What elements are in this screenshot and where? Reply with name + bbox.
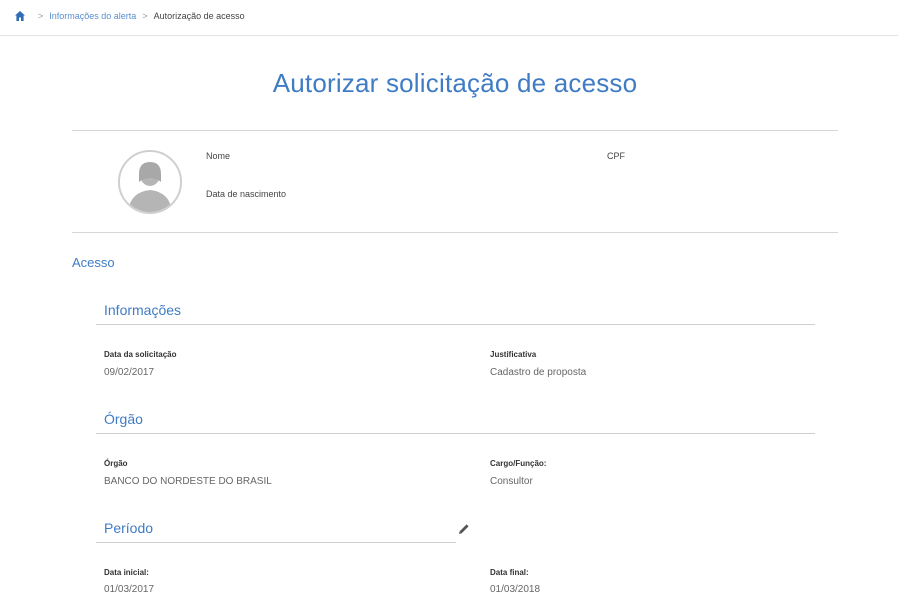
breadcrumb-separator: > <box>142 11 148 21</box>
pencil-icon[interactable] <box>457 522 471 536</box>
breadcrumb-separator: > <box>38 11 44 21</box>
cargo-label: Cargo/Função: <box>490 459 547 468</box>
start-date-value: 01/03/2017 <box>104 584 155 595</box>
informacoes-divider <box>96 324 815 325</box>
title-divider <box>72 130 838 131</box>
justification-value: Cadastro de proposta <box>490 367 587 378</box>
start-date-label: Data inicial: <box>104 568 149 577</box>
profile-divider <box>72 232 838 233</box>
periodo-divider <box>96 542 456 543</box>
home-icon[interactable] <box>14 10 26 22</box>
orgao-label: Órgão <box>104 459 128 468</box>
end-date-value: 01/03/2018 <box>490 584 541 595</box>
request-date-label: Data da solicitação <box>104 350 177 359</box>
orgao-value: BANCO DO NORDESTE DO BRASIL <box>104 476 272 487</box>
cargo-value: Consultor <box>490 476 533 487</box>
informacoes-title: Informações <box>104 302 182 318</box>
header-divider <box>0 35 898 36</box>
orgao-title: Órgão <box>104 411 143 427</box>
periodo-title: Período <box>104 520 154 536</box>
orgao-divider <box>96 433 815 434</box>
name-label: Nome <box>206 151 231 161</box>
breadcrumb-current: Autorização de acesso <box>153 11 245 21</box>
user-avatar-icon <box>118 150 182 214</box>
section-acesso-title: Acesso <box>72 255 115 270</box>
end-date-label: Data final: <box>490 568 529 577</box>
request-date-value: 09/02/2017 <box>104 367 155 378</box>
breadcrumb-link-alert-info[interactable]: Informações do alerta <box>49 11 136 21</box>
cpf-label: CPF <box>607 151 625 161</box>
page-title: Autorizar solicitação de acesso <box>272 68 638 98</box>
page: > Informações do alerta > Autorização de… <box>0 0 898 597</box>
justification-label: Justificativa <box>490 350 537 359</box>
birth-date-label: Data de nascimento <box>206 189 287 199</box>
breadcrumb: > Informações do alerta > Autorização de… <box>14 10 245 22</box>
